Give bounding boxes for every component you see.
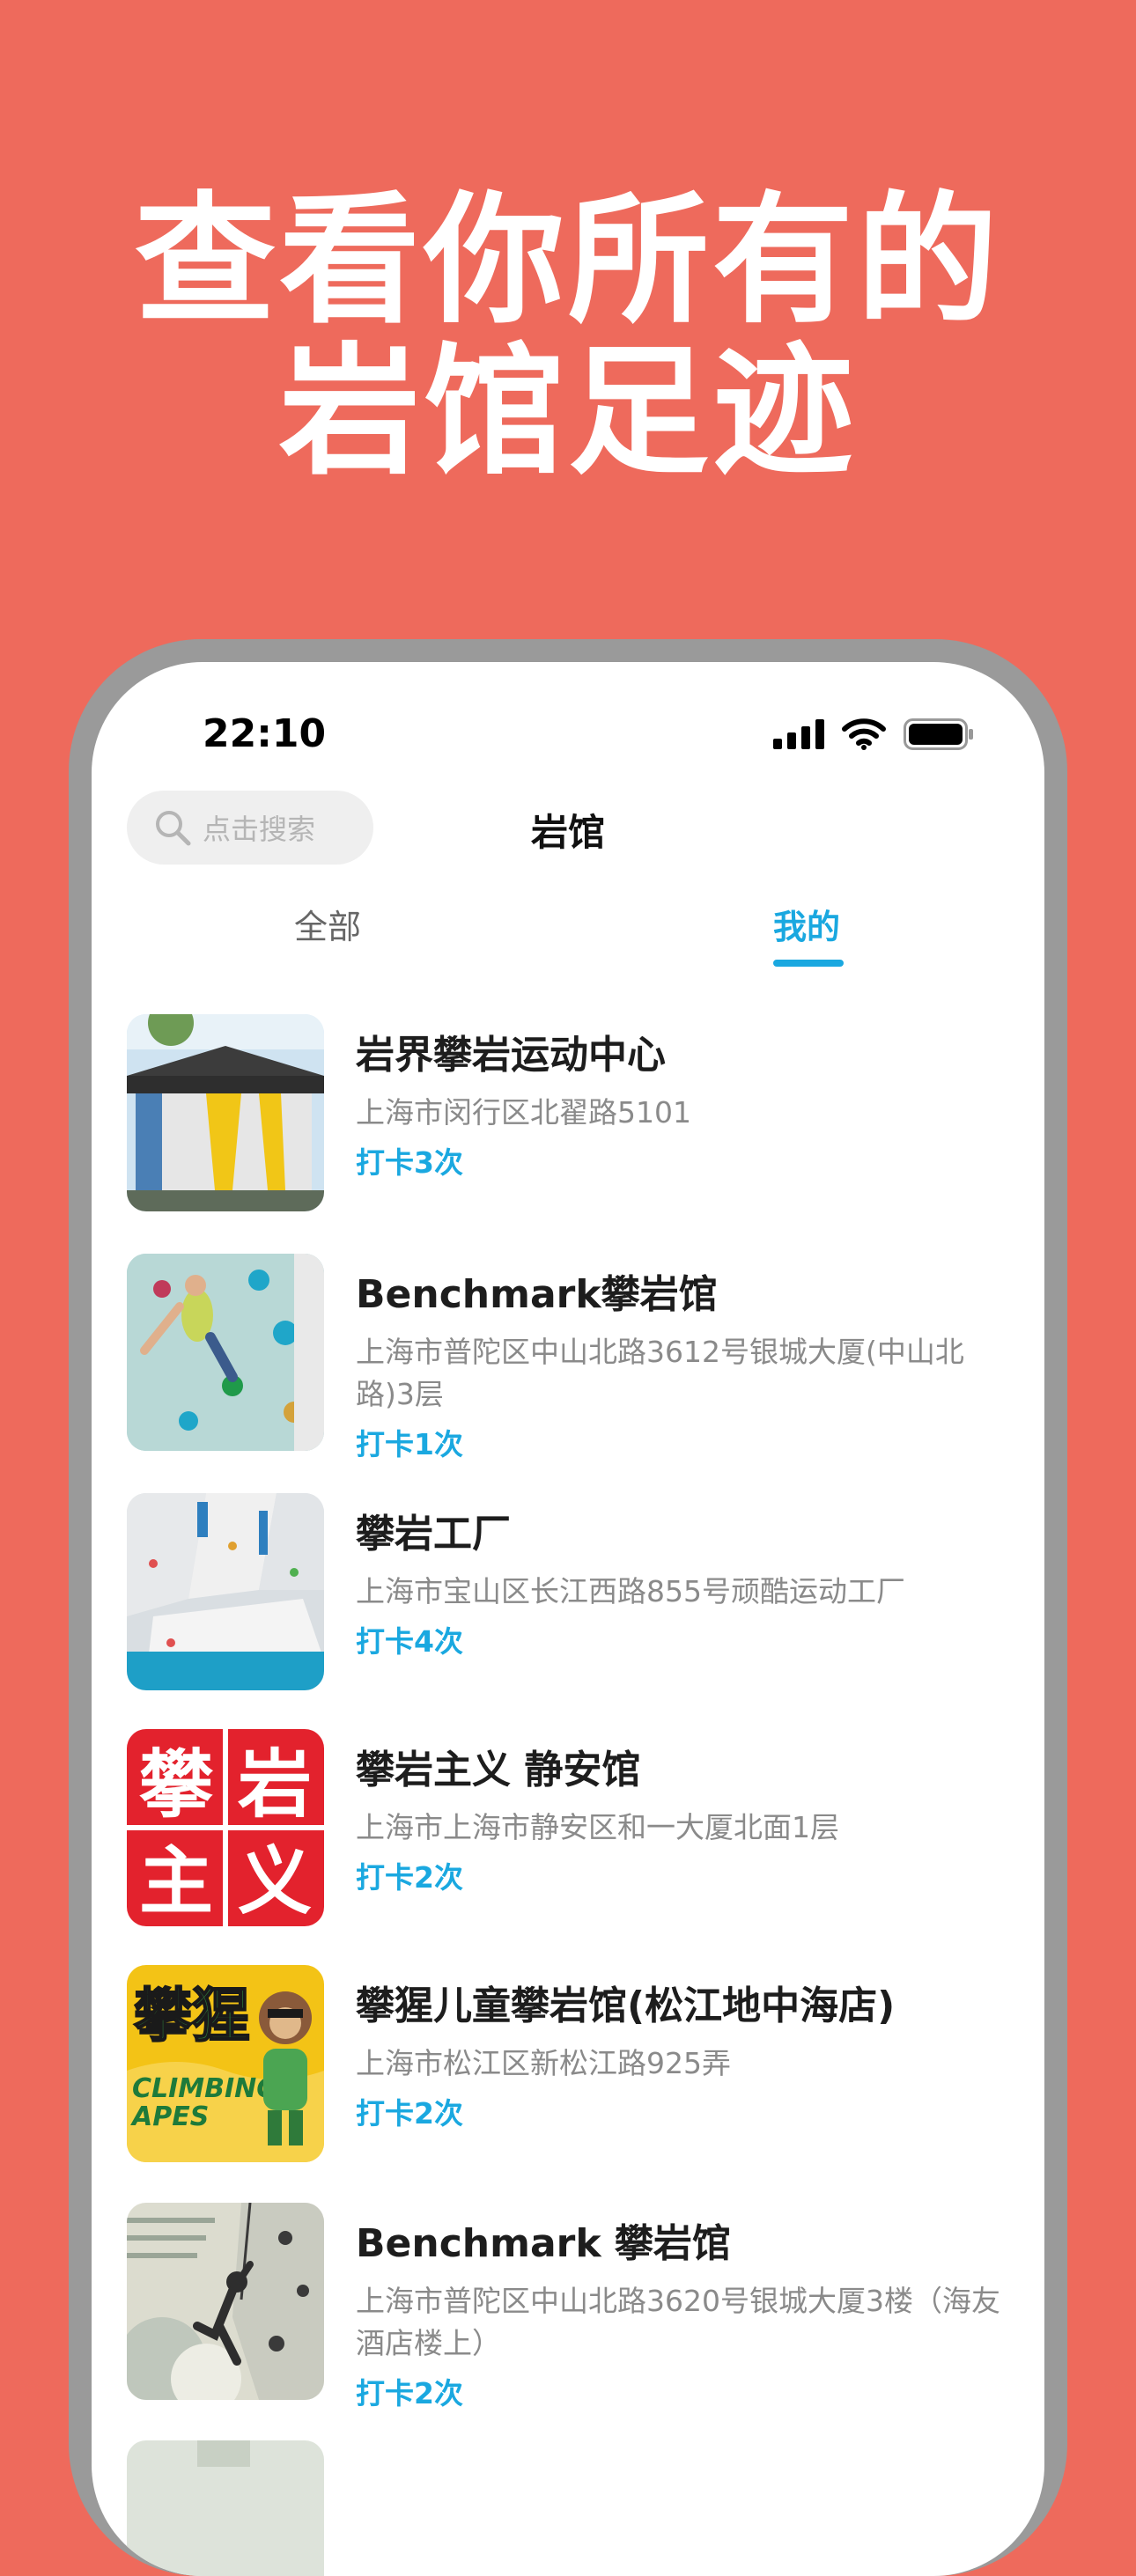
logo-char-4: 义 (238, 1838, 312, 1925)
gym-address: 上海市闵行区北翟路5101 (356, 1095, 691, 1130)
gym-address: 上海市普陀区中山北路3620号银城大厦3楼（海友酒店楼上） (356, 2284, 1000, 2360)
phone-screen: 22:10 点击搜索 岩馆 全部 我的 岩界攀岩运动中心 上海市闵行区北翟路51… (92, 662, 1044, 2576)
logo-english-line-1: CLIMBING (132, 2073, 278, 2104)
gym-logo: 攀猩 CLIMBING APES (127, 1965, 324, 2162)
gym-thumbnail (127, 1493, 324, 1690)
logo-english-line-2: APES (130, 2101, 209, 2132)
gym-name: 攀岩主义 静安馆 (356, 1748, 641, 1792)
gym-checkin-count: 打卡2次 (356, 2096, 463, 2131)
headline-line-1: 查看你所有的 (134, 178, 1001, 342)
gym-name: 攀猩儿童攀岩馆(松江地中海店) (356, 1984, 896, 2028)
gym-name: Benchmark攀岩馆 (356, 1272, 718, 1317)
logo-char-2: 岩 (238, 1741, 312, 1828)
logo-char-3: 主 (139, 1838, 213, 1925)
gym-logo: 攀 岩 主 义 (127, 1729, 324, 1926)
page-title: 岩馆 (530, 811, 605, 854)
gym-address: 上海市松江区新松江路925弄 (356, 2046, 731, 2080)
active-tab-indicator (773, 960, 844, 967)
gym-thumbnail (127, 2203, 324, 2400)
gym-address: 上海市普陀区中山北路3612号银城大厦(中山北路)3层 (356, 1335, 964, 1411)
logo-chinese-text: 攀猩 (134, 1982, 250, 2050)
gym-checkin-count: 打卡3次 (356, 1145, 463, 1180)
gym-name: Benchmark 攀岩馆 (356, 2221, 731, 2266)
gym-checkin-count: 打卡2次 (356, 1860, 463, 1895)
gym-thumbnail (127, 2440, 324, 2576)
cellular-signal-icon (773, 719, 824, 749)
status-time: 22:10 (203, 711, 327, 756)
gym-address: 上海市上海市静安区和一大厦北面1层 (356, 1810, 839, 1844)
battery-icon (904, 718, 973, 750)
headline-line-2: 岩馆足迹 (278, 329, 857, 494)
gym-thumbnail (127, 1014, 324, 1211)
status-icons (773, 718, 974, 750)
gym-checkin-count: 打卡1次 (356, 1427, 463, 1461)
gym-name: 岩界攀岩运动中心 (356, 1033, 666, 1078)
tab-all[interactable]: 全部 (294, 900, 361, 948)
gym-thumbnail (127, 1254, 324, 1451)
headline: 查看你所有的 岩馆足迹 (0, 185, 1136, 488)
wifi-icon (842, 718, 886, 750)
gym-name: 攀岩工厂 (356, 1512, 511, 1557)
phone-frame: 22:10 点击搜索 岩馆 全部 我的 岩界攀岩运动中心 上海市闵行区北翟路51… (69, 639, 1067, 2576)
gym-address: 上海市宝山区长江西路855号顽酷运动工厂 (356, 1574, 905, 1608)
gym-checkin-count: 打卡4次 (356, 1624, 463, 1659)
logo-char-1: 攀 (139, 1741, 213, 1828)
gym-checkin-count: 打卡2次 (356, 2376, 463, 2410)
tab-mine[interactable]: 我的 (773, 900, 840, 948)
